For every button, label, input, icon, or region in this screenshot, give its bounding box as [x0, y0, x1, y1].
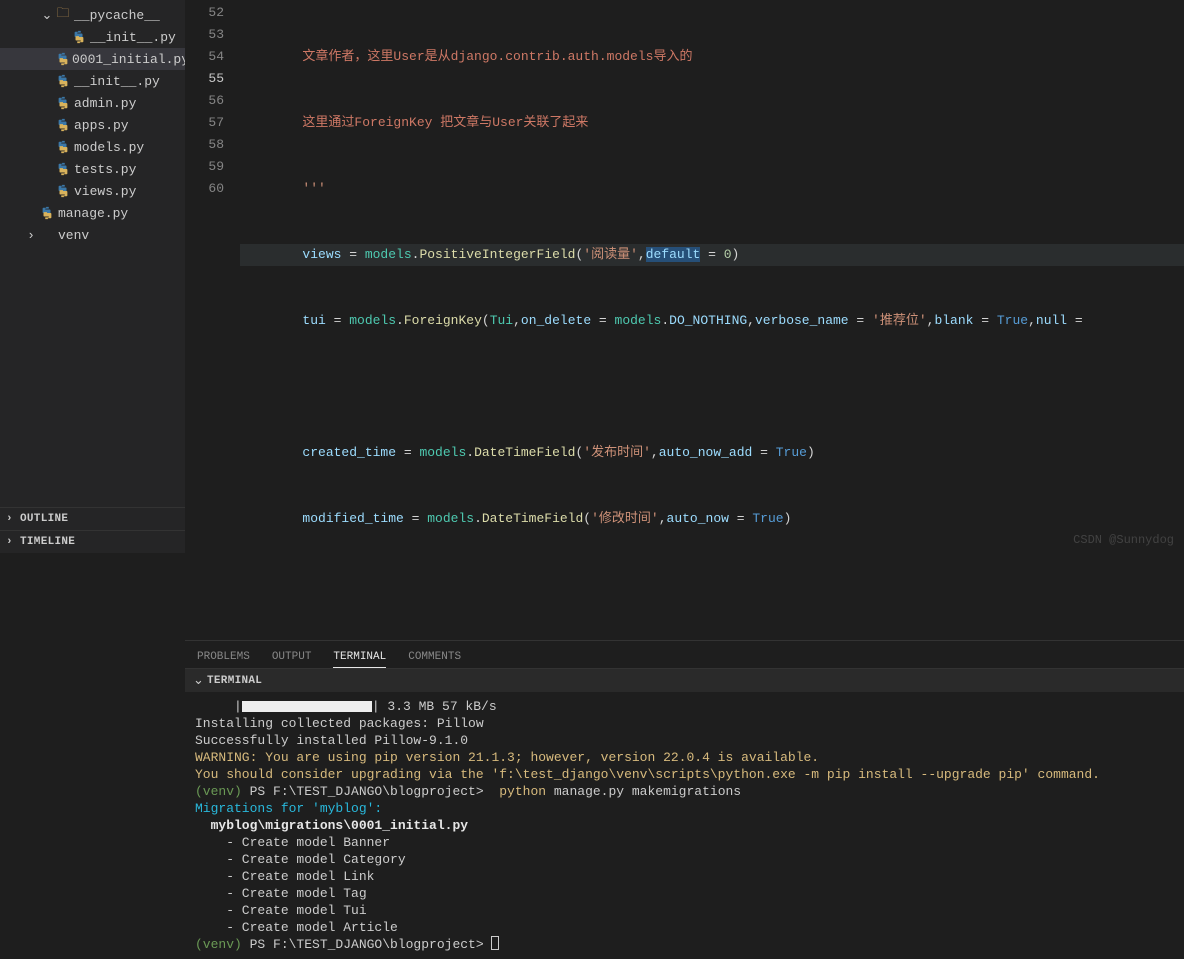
python-file-icon: [56, 52, 70, 66]
line-number: 54: [185, 46, 224, 68]
chevron-right-icon: ›: [6, 513, 20, 525]
python-file-icon: [54, 74, 72, 88]
tree-item-label: 0001_initial.py: [70, 52, 185, 67]
terminal[interactable]: || 3.3 MB 57 kB/s Installing collected p…: [185, 692, 1184, 959]
panel-tabs: PROBLEMS OUTPUT TERMINAL COMMENTS: [185, 641, 1184, 668]
tree-item-label: venv: [56, 228, 89, 243]
code-docstring-end: ''': [240, 181, 326, 196]
terminal-section-label: TERMINAL: [207, 675, 262, 687]
section-label: TIMELINE: [20, 536, 75, 548]
folder-icon: 🗀: [54, 4, 72, 26]
line-number: 59: [185, 156, 224, 178]
tree-item-admin.py[interactable]: admin.py: [0, 92, 185, 114]
python-file-icon: [54, 140, 72, 154]
chevron-down-icon: ⌄: [193, 673, 207, 688]
line-number: 52: [185, 2, 224, 24]
term-line: - Create model Article: [195, 919, 1174, 936]
python-file-icon: [54, 184, 72, 198]
tree-item-0001_initial.py[interactable]: 0001_initial.py: [0, 48, 185, 70]
tree-item-label: models.py: [72, 140, 144, 155]
code-editor[interactable]: 525354555657585960 文章作者，这里User是从django.c…: [185, 0, 1184, 640]
file-tree: ⌄🗀__pycache__ __init__.py 0001_initial.py _…: [0, 0, 185, 507]
python-file-icon: [54, 96, 72, 110]
code-content[interactable]: 文章作者，这里User是从django.contrib.auth.models导…: [240, 0, 1184, 640]
code-comment: 这里通过ForeignKey 把文章与User关联了起来: [240, 115, 588, 130]
tab-problems[interactable]: PROBLEMS: [197, 647, 250, 668]
tree-item-label: __init__.py: [88, 30, 176, 45]
code-line-current: views = models.PositiveIntegerField('阅读量…: [240, 244, 1184, 266]
chevron-icon: ›: [24, 228, 38, 243]
panel: PROBLEMS OUTPUT TERMINAL COMMENTS ⌄ TERM…: [185, 640, 1184, 959]
tree-item-venv[interactable]: › venv: [0, 224, 185, 246]
term-warning: You should consider upgrading via the 'f…: [195, 766, 1174, 783]
watermark: CSDN @Sunnydog: [1073, 533, 1174, 547]
chevron-right-icon: ›: [6, 536, 20, 548]
term-line: - Create model Category: [195, 851, 1174, 868]
sidebar: ⌄🗀__pycache__ __init__.py 0001_initial.py _…: [0, 0, 185, 553]
line-gutter: 525354555657585960: [185, 0, 240, 640]
python-file-icon: [70, 30, 88, 44]
terminal-cursor: [491, 936, 499, 950]
tree-item-label: __pycache__: [72, 8, 160, 23]
tab-output[interactable]: OUTPUT: [272, 647, 312, 668]
tree-item-label: views.py: [72, 184, 136, 199]
tree-item-label: manage.py: [56, 206, 128, 221]
term-line: - Create model Link: [195, 868, 1174, 885]
term-line: Installing collected packages: Pillow: [195, 715, 1174, 732]
term-migrations-header: Migrations for 'myblog':: [195, 800, 1174, 817]
python-file-icon: [38, 206, 56, 220]
line-number: 57: [185, 112, 224, 134]
python-file-icon: [54, 118, 72, 132]
terminal-section-header[interactable]: ⌄ TERMINAL: [185, 668, 1184, 692]
selected-text: default: [646, 247, 701, 262]
tree-item-views.py[interactable]: views.py: [0, 180, 185, 202]
tree-item-label: tests.py: [72, 162, 136, 177]
term-line: - Create model Tag: [195, 885, 1174, 902]
term-line: - Create model Tui: [195, 902, 1174, 919]
python-file-icon: [54, 162, 72, 176]
line-number: 53: [185, 24, 224, 46]
code-comment: 文章作者，这里User是从django.contrib.auth.models导…: [240, 49, 692, 64]
line-number: 58: [185, 134, 224, 156]
tree-item-tests.py[interactable]: tests.py: [0, 158, 185, 180]
editor-area: 525354555657585960 文章作者，这里User是从django.c…: [185, 0, 1184, 553]
section-label: OUTLINE: [20, 513, 68, 525]
tree-item-__pycache__[interactable]: ⌄🗀__pycache__: [0, 4, 185, 26]
term-warning: WARNING: You are using pip version 21.1.…: [195, 749, 1174, 766]
tree-item-label: admin.py: [72, 96, 136, 111]
tree-item-models.py[interactable]: models.py: [0, 136, 185, 158]
section-timeline[interactable]: ›TIMELINE: [0, 531, 185, 553]
tab-terminal[interactable]: TERMINAL: [333, 647, 386, 668]
line-number: 55: [185, 68, 224, 90]
tree-item-apps.py[interactable]: apps.py: [0, 114, 185, 136]
tree-item-__init__.py[interactable]: __init__.py: [0, 70, 185, 92]
line-number: 56: [185, 90, 224, 112]
tab-comments[interactable]: COMMENTS: [408, 647, 461, 668]
chevron-icon: ⌄: [40, 8, 54, 23]
tree-item-__init__.py[interactable]: __init__.py: [0, 26, 185, 48]
tree-item-label: __init__.py: [72, 74, 160, 89]
tree-item-label: apps.py: [72, 118, 129, 133]
tree-item-manage.py[interactable]: manage.py: [0, 202, 185, 224]
progress-bar: [242, 701, 372, 712]
term-line: - Create model Banner: [195, 834, 1174, 851]
term-line: Successfully installed Pillow-9.1.0: [195, 732, 1174, 749]
section-outline[interactable]: ›OUTLINE: [0, 508, 185, 530]
term-line: myblog\migrations\0001_initial.py: [195, 817, 1174, 834]
line-number: 60: [185, 178, 224, 200]
